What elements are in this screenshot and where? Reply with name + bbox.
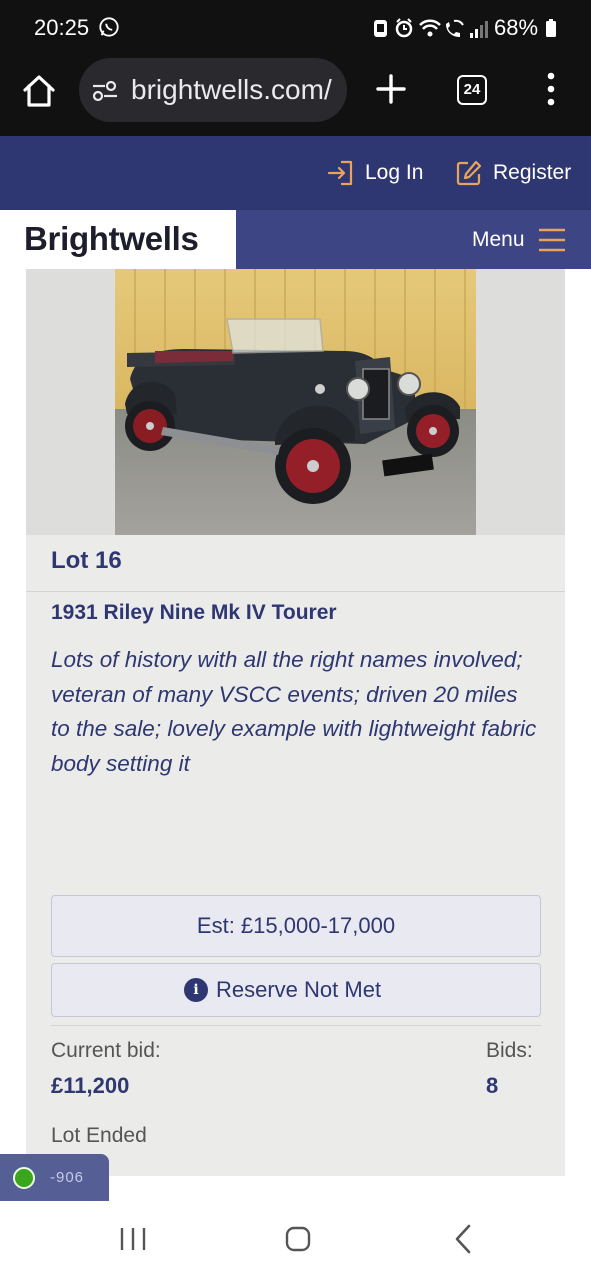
recent-apps-icon[interactable]: [118, 1225, 148, 1253]
new-tab-icon[interactable]: [372, 70, 410, 108]
home-icon[interactable]: [20, 72, 58, 110]
lot-photo-frame: [26, 269, 565, 535]
status-bar: 20:25 68%: [0, 0, 591, 56]
register-label[interactable]: Register: [493, 161, 571, 185]
lot-photo[interactable]: [115, 269, 476, 535]
url-text[interactable]: brightwells.com/: [131, 74, 339, 106]
lot-card: Lot 16 1931 Riley Nine Mk IV Tourer Lots…: [26, 269, 565, 1176]
back-icon[interactable]: [452, 1223, 474, 1255]
status-icons: [374, 18, 488, 38]
site-header: Log In Register: [0, 136, 591, 210]
divider: [51, 1025, 541, 1026]
browser-toolbar: brightwells.com/ 24: [0, 56, 591, 136]
wifi-icon: [419, 19, 441, 37]
login-label[interactable]: Log In: [365, 161, 423, 185]
lot-status: Lot Ended: [51, 1124, 147, 1147]
home-button-icon[interactable]: [284, 1225, 312, 1253]
signal-icon: [470, 21, 488, 38]
logo-text[interactable]: Brightwells: [24, 220, 199, 258]
app-notification-icon: [374, 20, 387, 37]
whatsapp-icon: [99, 17, 119, 37]
reserve-status-box: i Reserve Not Met: [51, 963, 541, 1017]
address-bar[interactable]: brightwells.com/: [79, 58, 347, 122]
hamburger-icon: [539, 228, 565, 252]
logo[interactable]: Brightwells: [0, 210, 236, 269]
reserve-status-text: Reserve Not Met: [216, 977, 382, 1002]
badge-text: -906: [50, 1169, 85, 1186]
estimate-box: Est: £15,000-17,000: [51, 895, 541, 957]
battery-percent: 68%: [494, 15, 539, 40]
site-settings-icon[interactable]: [91, 80, 119, 102]
site-nav: Brightwells Menu: [0, 210, 591, 269]
tab-switcher-button[interactable]: 24: [457, 75, 487, 105]
floating-status-badge[interactable]: -906: [0, 1154, 109, 1201]
status-time: 20:25: [34, 15, 90, 40]
alarm-icon: [395, 18, 413, 38]
more-options-icon[interactable]: [541, 71, 561, 107]
menu-label[interactable]: Menu: [472, 228, 525, 252]
current-bid-label: Current bid:: [51, 1039, 161, 1062]
online-indicator-icon: [13, 1167, 35, 1189]
system-nav-bar: [0, 1201, 591, 1280]
lot-description: Lots of history with all the right names…: [51, 647, 537, 776]
current-bid-value: £11,200: [51, 1073, 130, 1098]
edit-icon: [456, 160, 482, 186]
wifi-calling-icon: [446, 19, 464, 37]
bids-label: Bids:: [486, 1039, 533, 1062]
battery-icon: [546, 19, 556, 37]
bids-count: 8: [486, 1073, 499, 1098]
divider: [26, 591, 565, 592]
lot-title[interactable]: 1931 Riley Nine Mk IV Tourer: [51, 601, 337, 625]
lot-number: Lot 16: [51, 547, 122, 574]
info-icon: i: [184, 978, 208, 1002]
login-icon: [327, 160, 353, 186]
